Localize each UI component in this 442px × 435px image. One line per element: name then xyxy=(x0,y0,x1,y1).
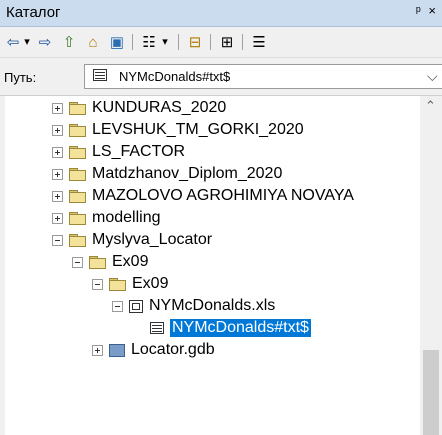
collapse-icon[interactable] xyxy=(72,256,83,268)
view-mode-dropdown-icon[interactable]: ▾ xyxy=(158,31,172,53)
folder-icon xyxy=(69,145,86,159)
tree-item[interactable]: modelling xyxy=(52,206,160,230)
tree-item[interactable]: Matdzhanov_Diplom_2020 xyxy=(52,162,282,186)
tree-item[interactable]: Locator.gdb xyxy=(92,338,215,362)
tree-item-label: KUNDURAS_2020 xyxy=(92,99,227,116)
toggle-tree-icon[interactable]: ⊞ xyxy=(216,31,238,53)
expand-icon[interactable] xyxy=(52,212,63,224)
tree-item[interactable]: MAZOLOVO AGROHIMIYA NOVAYA xyxy=(52,184,354,208)
path-label: Путь: xyxy=(4,70,37,85)
table-icon xyxy=(150,322,164,334)
tree-item-selected[interactable]: NYMcDonalds#txt$ xyxy=(150,316,311,340)
path-value: NYMcDonalds#txt$ xyxy=(119,69,231,84)
toolbar-separator xyxy=(210,34,211,50)
tree-item[interactable]: LS_FACTOR xyxy=(52,140,185,164)
expand-icon[interactable] xyxy=(92,344,103,356)
view-mode-icon[interactable]: ☷ xyxy=(138,31,160,53)
tree-item[interactable]: LEVSHUK_TM_GORKI_2020 xyxy=(52,118,304,142)
path-combobox[interactable]: NYMcDonalds#txt$ ⌵ xyxy=(84,64,442,89)
home-folder-icon[interactable]: ⌂ xyxy=(82,31,104,53)
toolbar: ⇦ ▾ ⇨ ⇧ ⌂ ▣ ☷ ▾ ⊟ ⊞ ☰ xyxy=(0,27,442,58)
expand-icon[interactable] xyxy=(52,124,63,136)
tree-margin xyxy=(0,96,5,435)
tree-item-label: Myslyva_Locator xyxy=(92,231,213,248)
expand-icon[interactable] xyxy=(52,190,63,202)
folder-icon xyxy=(69,123,86,137)
expand-icon[interactable] xyxy=(52,168,63,180)
collapse-icon[interactable] xyxy=(52,234,63,246)
connect-folder-icon[interactable]: ▣ xyxy=(106,31,128,53)
tree-item-label: MAZOLOVO AGROHIMIYA NOVAYA xyxy=(92,187,354,204)
panel-controls[interactable]: ᵖ × xyxy=(416,3,438,18)
scroll-up-icon[interactable]: ⌃ xyxy=(425,98,436,114)
tree-item-label: Ex09 xyxy=(132,275,169,292)
expand-icon[interactable] xyxy=(52,146,63,158)
folder-icon xyxy=(69,167,86,181)
excel-file-icon xyxy=(129,299,143,313)
table-icon xyxy=(93,69,107,81)
tree-item-label: Locator.gdb xyxy=(131,341,215,358)
up-level-icon[interactable]: ⇧ xyxy=(58,31,80,53)
vertical-scrollbar[interactable]: ⌃ xyxy=(420,96,442,435)
tree-item[interactable]: KUNDURAS_2020 xyxy=(52,96,226,120)
forward-button[interactable]: ⇨ xyxy=(34,31,56,53)
back-dropdown-button[interactable]: ▾ xyxy=(20,31,34,53)
path-row: Путь: NYMcDonalds#txt$ ⌵ xyxy=(0,58,442,96)
tree-item-label: Ex09 xyxy=(112,253,149,270)
catalog-tree: KUNDURAS_2020 LEVSHUK_TM_GORKI_2020 LS_F… xyxy=(0,96,420,435)
folder-icon xyxy=(69,211,86,225)
collapse-icon[interactable] xyxy=(92,278,103,290)
panel-titlebar: Каталог ᵖ × xyxy=(0,0,442,27)
toolbar-separator xyxy=(132,34,133,50)
folder-open-icon xyxy=(89,255,106,269)
panel-title: Каталог xyxy=(6,4,61,21)
tree-item-label: NYMcDonalds#txt$ xyxy=(170,319,311,337)
folder-icon xyxy=(69,189,86,203)
scroll-thumb[interactable] xyxy=(423,350,439,435)
disconnect-folder-icon[interactable]: ⊟ xyxy=(184,31,206,53)
toolbar-separator xyxy=(178,34,179,50)
tree-item-label: Matdzhanov_Diplom_2020 xyxy=(92,165,283,182)
tree-item[interactable]: NYMcDonalds.xls xyxy=(112,294,275,318)
folder-open-icon xyxy=(109,277,126,291)
tree-item-label: NYMcDonalds.xls xyxy=(149,297,276,314)
expand-icon[interactable] xyxy=(52,102,63,114)
tree-item-label: LEVSHUK_TM_GORKI_2020 xyxy=(92,121,304,138)
chevron-down-icon[interactable]: ⌵ xyxy=(427,68,438,85)
folder-icon xyxy=(69,101,86,115)
geodatabase-icon xyxy=(109,343,125,357)
toolbar-separator xyxy=(242,34,243,50)
folder-open-icon xyxy=(69,233,86,247)
tree-item[interactable]: Ex09 xyxy=(92,272,168,296)
tree-item[interactable]: Myslyva_Locator xyxy=(52,228,212,252)
tree-item-label: LS_FACTOR xyxy=(92,143,186,160)
tree-item[interactable]: Ex09 xyxy=(72,250,148,274)
tree-item-label: modelling xyxy=(92,209,161,226)
options-icon[interactable]: ☰ xyxy=(248,31,270,53)
collapse-icon[interactable] xyxy=(112,300,123,312)
